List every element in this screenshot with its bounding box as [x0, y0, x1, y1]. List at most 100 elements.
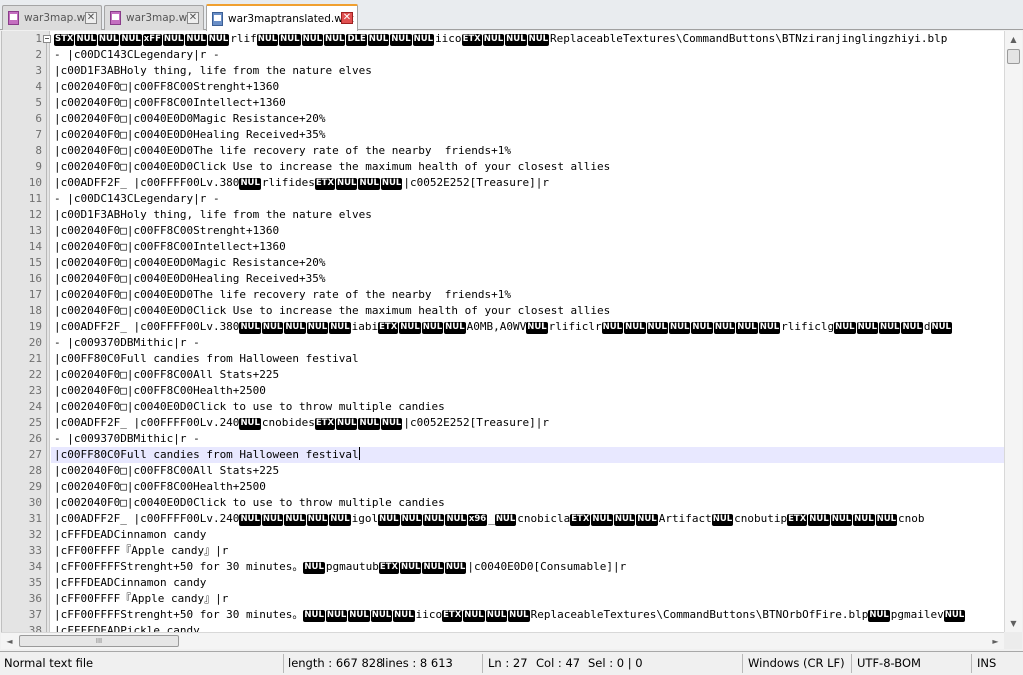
editor-line[interactable]: 3 |c00D1F3ABHoly thing, life from the nat…	[2, 63, 1004, 79]
line-number: 28	[28, 464, 42, 477]
line-text[interactable]: |c002040F0□|c0040E0D0Magic Resistance+20…	[54, 111, 326, 127]
line-text[interactable]: |c002040F0□|c0040E0D0Click to use to thr…	[54, 399, 445, 415]
text-run: A0MB,A0WV	[466, 320, 527, 333]
line-text[interactable]: |c002040F0□|c0040E0D0Magic Resistance+20…	[54, 255, 326, 271]
editor-line[interactable]: 36 |cFF00FFFF『Apple candy』|r	[2, 591, 1004, 607]
line-text[interactable]: STX NUL NUL NUL xFF NUL NUL NUL rlifNUL NUL NUL NUL…	[54, 31, 947, 47]
line-text[interactable]: |c00FF80C0Full candies from Halloween fe…	[54, 351, 359, 367]
editor-line[interactable]: 20 - |c009370DBMithic|r -	[2, 335, 1004, 351]
editor-area[interactable]: 1 STX NUL NUL NUL xFF NUL NUL NUL rlifNUL NUL NUL NU…	[1, 31, 1004, 632]
editor-line[interactable]: 5 |c002040F0□|c00FF8C00Intellect+1360	[2, 95, 1004, 111]
editor-line[interactable]: 27 |c00FF80C0Full candies from Halloween …	[2, 447, 1004, 463]
line-text[interactable]: - |c00DC143CLegendary|r -	[54, 191, 220, 207]
vertical-scrollbar[interactable]: ▲ ▼	[1004, 31, 1022, 632]
line-number: 19	[28, 320, 42, 333]
tab-war3map-2[interactable]: war3map.w3t ✕	[104, 5, 204, 30]
editor-line[interactable]: 29 |c002040F0□|c00FF8C00Health+2500	[2, 479, 1004, 495]
line-text[interactable]: |c00ADFF2F_ |c00FFFF00Lv.380NUL NUL NUL NUL…	[54, 319, 953, 335]
editor-line[interactable]: 2 - |c00DC143CLegendary|r -	[2, 47, 1004, 63]
editor-line[interactable]: 32 |cFFFDEADCinnamon candy	[2, 527, 1004, 543]
editor-line[interactable]: 37 |cFF00FFFFStrenght+50 for 30 minutes。N…	[2, 607, 1004, 623]
vertical-scroll-thumb[interactable]	[1007, 49, 1020, 64]
line-text[interactable]: |c002040F0□|c00FF8C00Health+2500	[54, 479, 266, 495]
line-text[interactable]: |cFFFDEADCinnamon candy	[54, 527, 206, 543]
scroll-down-icon[interactable]: ▼	[1005, 615, 1022, 632]
fold-marker-icon[interactable]	[43, 31, 51, 47]
text-run: |c00ADFF2F_ |c00FFFF00Lv.240	[54, 416, 240, 429]
editor-line[interactable]: 11 - |c00DC143CLegendary|r -	[2, 191, 1004, 207]
editor-line[interactable]: 33 |cFF00FFFF『Apple candy』|r	[2, 543, 1004, 559]
line-text[interactable]: |c002040F0□|c0040E0D0The life recovery r…	[54, 287, 511, 303]
editor-line[interactable]: 12 |c00D1F3ABHoly thing, life from the na…	[2, 207, 1004, 223]
editor-line[interactable]: 10 |c00ADFF2F_ |c00FFFF00Lv.380NUL rlifide…	[2, 175, 1004, 191]
editor-line[interactable]: 9 |c002040F0□|c0040E0D0Click Use to incre…	[2, 159, 1004, 175]
line-text[interactable]: |c002040F0□|c0040E0D0Click Use to increa…	[54, 303, 610, 319]
close-tab-icon[interactable]: ✕	[187, 12, 199, 24]
editor-line[interactable]: 35 |cFFFDEADCinnamon candy	[2, 575, 1004, 591]
line-number: 36	[28, 592, 42, 605]
control-char-token: NUL	[284, 514, 306, 526]
line-text[interactable]: |c002040F0□|c00FF8C00Strenght+1360	[54, 79, 279, 95]
line-text[interactable]: |cFFFFDEADPickle candy	[54, 623, 200, 632]
horizontal-scrollbar[interactable]: ◄ III ►	[1, 632, 1004, 649]
line-text[interactable]: |c002040F0□|c0040E0D0The life recovery r…	[54, 143, 511, 159]
scroll-left-icon[interactable]: ◄	[1, 633, 18, 650]
editor-line[interactable]: 8 |c002040F0□|c0040E0D0The life recovery …	[2, 143, 1004, 159]
tab-war3maptranslated[interactable]: war3maptranslated.w3t ✕	[206, 4, 358, 31]
line-text[interactable]: |cFF00FFFFStrenght+50 for 30 minutes。NUL…	[54, 559, 626, 575]
editor-line[interactable]: 31 |c00ADFF2F_ |c00FFFF00Lv.240NUL NUL NUL N…	[2, 511, 1004, 527]
line-text[interactable]: |cFF00FFFF『Apple candy』|r	[54, 543, 228, 559]
editor-line[interactable]: 25 |c00ADFF2F_ |c00FFFF00Lv.240NUL cnobide…	[2, 415, 1004, 431]
editor-line[interactable]: 16 |c002040F0□|c0040E0D0Healing Received+…	[2, 271, 1004, 287]
editor-line[interactable]: 28 |c002040F0□|c00FF8C00All Stats+225	[2, 463, 1004, 479]
editor-line[interactable]: 14 |c002040F0□|c00FF8C00Intellect+1360	[2, 239, 1004, 255]
line-text[interactable]: |c00ADFF2F_ |c00FFFF00Lv.380NUL rlifidesE…	[54, 175, 549, 191]
line-number: 27	[28, 448, 42, 461]
editor-line[interactable]: 17 |c002040F0□|c0040E0D0The life recovery…	[2, 287, 1004, 303]
editor-line[interactable]: 22 |c002040F0□|c00FF8C00All Stats+225	[2, 367, 1004, 383]
line-text[interactable]: |c002040F0□|c00FF8C00Intellect+1360	[54, 239, 286, 255]
close-tab-icon[interactable]: ✕	[85, 12, 97, 24]
line-text[interactable]: - |c00DC143CLegendary|r -	[54, 47, 220, 63]
line-text[interactable]: |c002040F0□|c00FF8C00All Stats+225	[54, 367, 279, 383]
line-text[interactable]: |c00ADFF2F_ |c00FFFF00Lv.240NUL NUL NUL NUL…	[54, 511, 925, 527]
line-text[interactable]: |c00D1F3ABHoly thing, life from the natu…	[54, 207, 372, 223]
scroll-up-icon[interactable]: ▲	[1005, 31, 1022, 48]
line-text[interactable]: |c002040F0□|c0040E0D0Click Use to increa…	[54, 159, 610, 175]
line-text[interactable]: |c002040F0□|c0040E0D0Healing Received+35…	[54, 271, 326, 287]
editor-line[interactable]: 24 |c002040F0□|c0040E0D0Click to use to t…	[2, 399, 1004, 415]
editor-line[interactable]: 23 |c002040F0□|c00FF8C00Health+2500	[2, 383, 1004, 399]
line-text[interactable]: |c002040F0□|c0040E0D0Healing Received+35…	[54, 127, 326, 143]
editor-line[interactable]: 21 |c00FF80C0Full candies from Halloween …	[2, 351, 1004, 367]
line-text[interactable]: |cFFFDEADCinnamon candy	[54, 575, 206, 591]
line-text[interactable]: |c00D1F3ABHoly thing, life from the natu…	[54, 63, 372, 79]
line-text[interactable]: |c002040F0□|c00FF8C00Strenght+1360	[54, 223, 279, 239]
control-char-token: NUL	[421, 322, 444, 334]
editor-line[interactable]: 19 |c00ADFF2F_ |c00FFFF00Lv.380NUL NUL NUL N…	[2, 319, 1004, 335]
editor-line[interactable]: 38 |cFFFFDEADPickle candy	[2, 623, 1004, 632]
editor-line[interactable]: 30 |c002040F0□|c0040E0D0Click to use to t…	[2, 495, 1004, 511]
line-text[interactable]: - |c009370DBMithic|r -	[54, 335, 200, 351]
line-text[interactable]: |c002040F0□|c00FF8C00Health+2500	[54, 383, 266, 399]
line-text[interactable]: - |c009370DBMithic|r -	[54, 431, 200, 447]
line-text[interactable]: |cFF00FFFFStrenght+50 for 30 minutes。NUL…	[54, 607, 966, 623]
line-text[interactable]: |c002040F0□|c00FF8C00Intellect+1360	[54, 95, 286, 111]
editor-line[interactable]: 15 |c002040F0□|c0040E0D0Magic Resistance+…	[2, 255, 1004, 271]
editor-line[interactable]: 1 STX NUL NUL NUL xFF NUL NUL NUL rlifNUL NUL NUL NU…	[2, 31, 1004, 47]
scroll-right-icon[interactable]: ►	[987, 633, 1004, 650]
line-text[interactable]: |c002040F0□|c00FF8C00All Stats+225	[54, 463, 279, 479]
editor-line[interactable]: 18 |c002040F0□|c0040E0D0Click Use to incr…	[2, 303, 1004, 319]
line-text[interactable]: |c00ADFF2F_ |c00FFFF00Lv.240NUL cnobidesE…	[54, 415, 549, 431]
line-text[interactable]: |cFF00FFFF『Apple candy』|r	[54, 591, 228, 607]
editor-line[interactable]: 6 |c002040F0□|c0040E0D0Magic Resistance+2…	[2, 111, 1004, 127]
editor-line[interactable]: 4 |c002040F0□|c00FF8C00Strenght+1360	[2, 79, 1004, 95]
editor-line[interactable]: 34 |cFF00FFFFStrenght+50 for 30 minutes。N…	[2, 559, 1004, 575]
editor-line[interactable]: 26 - |c009370DBMithic|r -	[2, 431, 1004, 447]
close-tab-icon[interactable]: ✕	[341, 12, 353, 24]
editor-line[interactable]: 7 |c002040F0□|c0040E0D0Healing Received+3…	[2, 127, 1004, 143]
horizontal-scroll-thumb[interactable]: III	[19, 635, 179, 647]
line-text[interactable]: |c00FF80C0Full candies from Halloween fe…	[54, 447, 360, 463]
tab-war3map-1[interactable]: war3map.w3t ✕	[2, 5, 102, 30]
editor-line[interactable]: 13 |c002040F0□|c00FF8C00Strenght+1360	[2, 223, 1004, 239]
line-text[interactable]: |c002040F0□|c0040E0D0Click to use to thr…	[54, 495, 445, 511]
